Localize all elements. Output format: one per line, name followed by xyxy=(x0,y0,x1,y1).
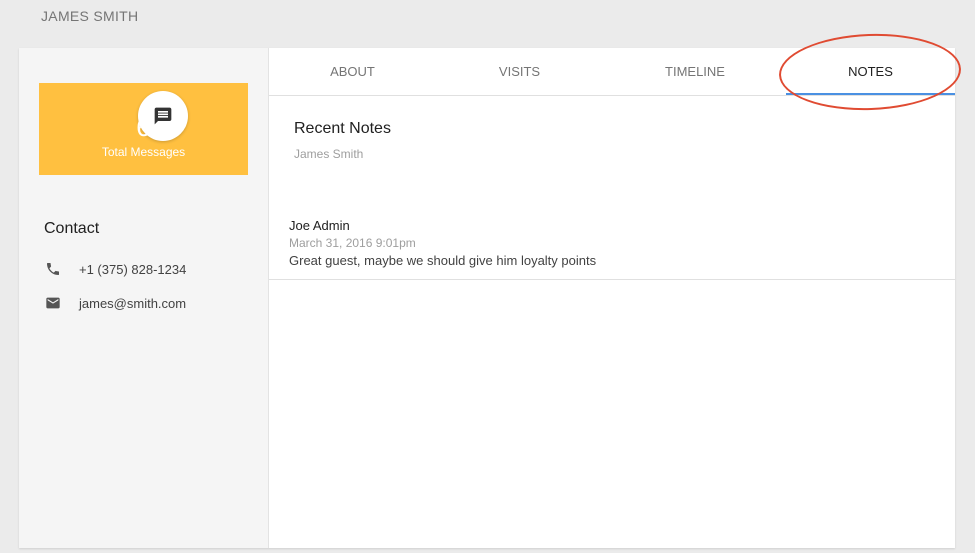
contact-phone-value: +1 (375) 828-1234 xyxy=(79,261,187,277)
phone-icon xyxy=(44,260,62,278)
messages-summary-card[interactable]: 6 Total Messages xyxy=(39,83,248,175)
tab-notes[interactable]: NOTES xyxy=(786,48,955,95)
contact-email-value: james@smith.com xyxy=(79,295,187,311)
active-tab-indicator xyxy=(786,93,955,95)
recent-notes-subtitle: James Smith xyxy=(294,147,364,161)
contact-heading: Contact xyxy=(44,220,100,237)
tab-about[interactable]: ABOUT xyxy=(269,48,436,95)
guest-profile-card: 6 Total Messages Contact +1 (375) 828-12… xyxy=(19,30,963,548)
mail-icon xyxy=(44,294,62,312)
guest-name-heading: JAMES SMITH xyxy=(41,8,139,24)
tab-visits[interactable]: VISITS xyxy=(436,48,603,95)
profile-sidebar: 6 Total Messages Contact +1 (375) 828-12… xyxy=(19,48,269,548)
profile-tabs: ABOUT VISITS TIMELINE NOTES xyxy=(269,48,955,96)
contact-email-row[interactable]: james@smith.com xyxy=(44,293,186,313)
messages-label: Total Messages xyxy=(101,145,186,159)
recent-notes-title: Recent Notes xyxy=(294,120,391,137)
note-item[interactable]: Joe Admin March 31, 2016 9:01pm Great gu… xyxy=(269,210,955,280)
messages-count: 6 xyxy=(136,112,151,142)
tab-timeline[interactable]: TIMELINE xyxy=(603,48,787,95)
note-text: Great guest, maybe we should give him lo… xyxy=(289,253,597,268)
note-author: Joe Admin xyxy=(289,218,350,233)
note-date: March 31, 2016 9:01pm xyxy=(289,236,416,250)
contact-phone-row[interactable]: +1 (375) 828-1234 xyxy=(44,259,186,279)
